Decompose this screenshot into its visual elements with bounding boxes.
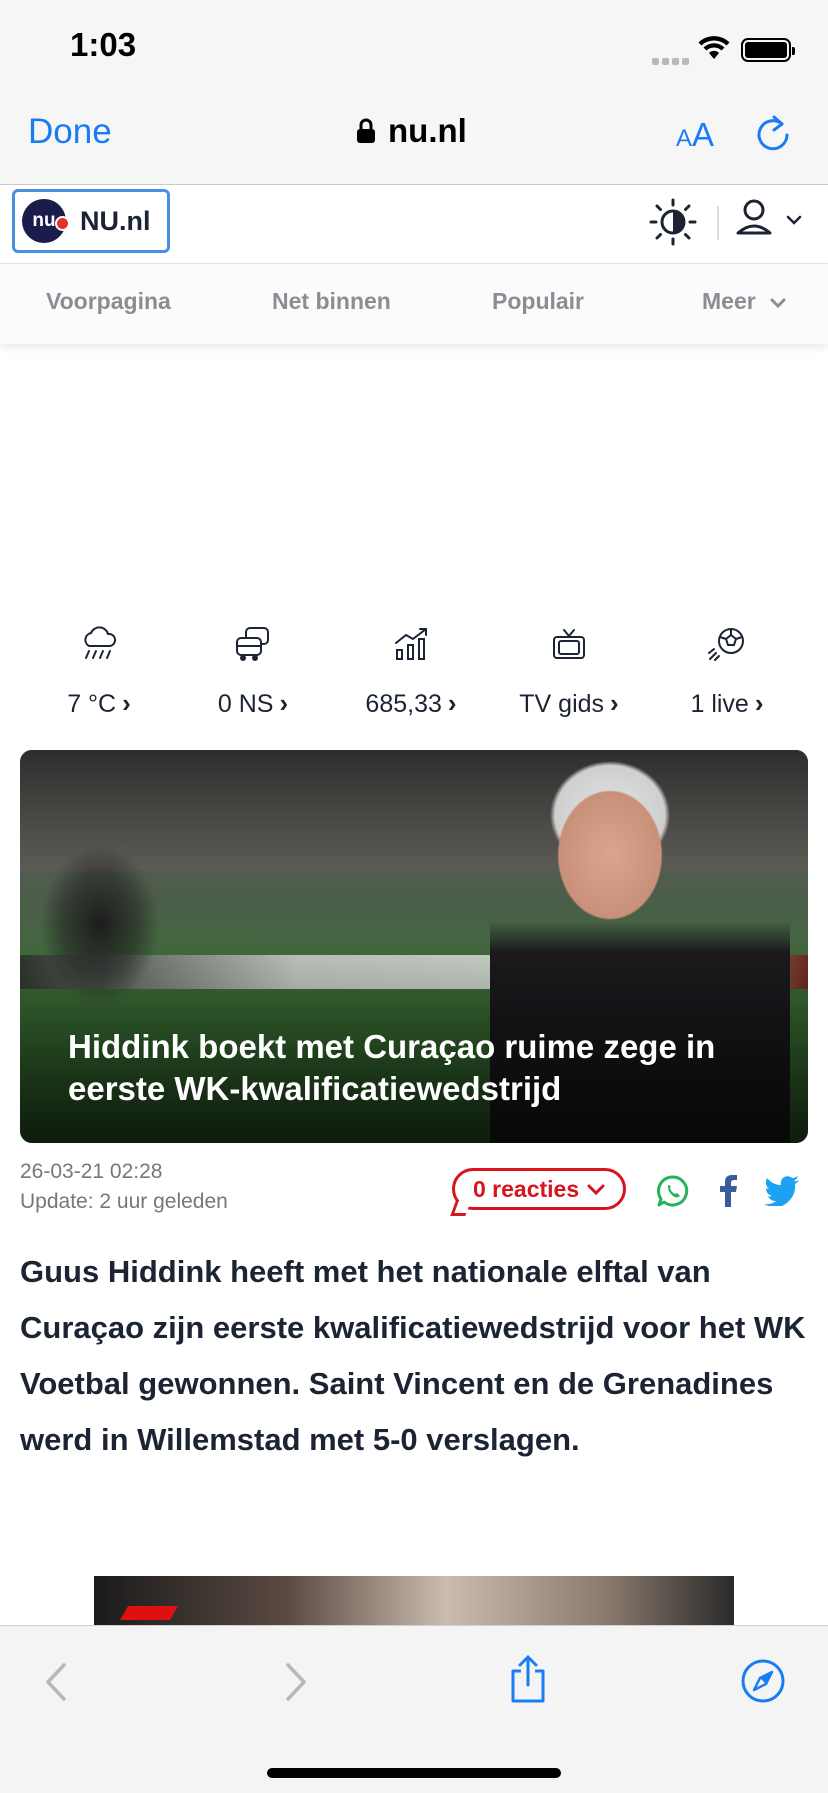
- tv-guide-label: TV gids: [519, 690, 605, 718]
- status-time: 1:03: [70, 26, 137, 63]
- stock-chart-icon: [395, 628, 427, 660]
- chevron-down-icon[interactable]: [786, 213, 802, 231]
- twitter-share-icon[interactable]: [764, 1176, 800, 1211]
- cellular-signal-icon: [652, 52, 692, 70]
- nav-net-binnen[interactable]: Net binnen: [272, 288, 391, 315]
- back-icon[interactable]: [44, 1661, 70, 1708]
- traffic-icon: [236, 627, 269, 661]
- nu-logo-mark: nu: [22, 199, 70, 243]
- article-updated: Update: 2 uur geleden: [20, 1190, 228, 1213]
- lock-icon: [357, 118, 375, 143]
- nav-meer-label: Meer: [702, 288, 756, 314]
- live-sports-widget[interactable]: 1 live ›: [652, 622, 802, 719]
- user-account-icon[interactable]: [734, 197, 774, 246]
- browser-bottom-toolbar: [0, 1625, 828, 1793]
- tv-guide-widget[interactable]: TV gids ›: [494, 622, 644, 719]
- facebook-share-icon[interactable]: [716, 1174, 740, 1213]
- live-label: 1 live: [690, 690, 749, 718]
- home-indicator: [267, 1768, 561, 1778]
- tv-icon: [553, 629, 585, 659]
- done-button[interactable]: Done: [28, 112, 112, 152]
- wifi-icon: [698, 35, 730, 66]
- forward-icon[interactable]: [282, 1661, 308, 1708]
- whatsapp-share-icon[interactable]: [656, 1174, 690, 1213]
- hero-headline[interactable]: Hiddink boekt met Curaçao ruime zege in …: [68, 1026, 768, 1110]
- comments-label: 0 reacties: [473, 1175, 580, 1202]
- section-nav: Voorpagina Net binnen Populair Meer: [0, 264, 828, 344]
- nav-voorpagina[interactable]: Voorpagina: [46, 288, 171, 315]
- article-lead: Guus Hiddink heeft met het nationale elf…: [20, 1254, 806, 1457]
- battery-icon: [741, 38, 795, 62]
- site-logo[interactable]: nu NU.nl: [12, 189, 170, 253]
- text-size-button[interactable]: AA: [676, 116, 714, 154]
- article-date: 26-03-21 02:28: [20, 1160, 163, 1183]
- chevron-down-icon: [587, 1184, 605, 1195]
- site-header: nu NU.nl: [0, 185, 828, 264]
- site-logo-text: NU.nl: [80, 205, 151, 236]
- next-article-image[interactable]: [94, 1576, 734, 1626]
- nav-meer[interactable]: Meer: [702, 288, 786, 315]
- traffic-label: 0 NS: [217, 690, 274, 718]
- comments-button[interactable]: 0 reacties: [450, 1168, 627, 1216]
- traffic-widget[interactable]: 0 NS ›: [178, 622, 328, 719]
- stocks-label: 685,33: [365, 690, 442, 718]
- hero-article-card[interactable]: Hiddink boekt met Curaçao ruime zege in …: [20, 750, 808, 1143]
- url-text: nu.nl: [388, 112, 467, 149]
- header-divider: [717, 206, 719, 240]
- weather-label: 7 °C: [67, 690, 117, 718]
- compass-icon[interactable]: [740, 1658, 786, 1709]
- chevron-down-icon: [770, 298, 786, 309]
- reload-icon[interactable]: [756, 114, 792, 157]
- share-icon[interactable]: [508, 1654, 548, 1709]
- weather-widget[interactable]: 7 °C ›: [24, 622, 174, 719]
- stocks-widget[interactable]: 685,33 ›: [336, 622, 486, 719]
- football-icon: [708, 628, 744, 661]
- nav-populair[interactable]: Populair: [492, 288, 584, 315]
- url-field[interactable]: nu.nl: [356, 112, 467, 150]
- theme-toggle-icon[interactable]: [648, 197, 698, 252]
- rain-cloud-icon: [84, 626, 117, 659]
